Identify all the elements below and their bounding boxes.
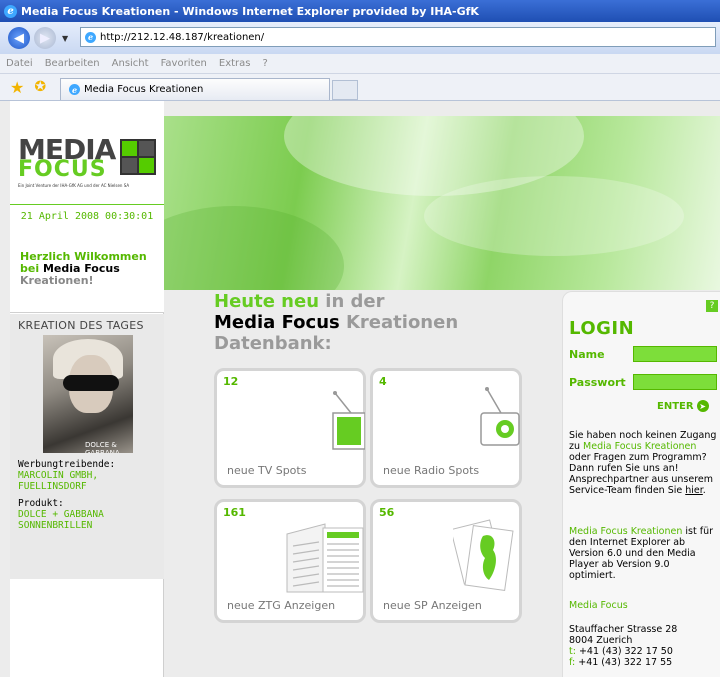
radio-icon	[480, 387, 520, 446]
browser-info: Media Focus Kreationen ist für den Inter…	[569, 526, 719, 581]
arrow-right-icon: ➤	[696, 400, 709, 412]
heading-media-focus: Media Focus	[214, 312, 340, 333]
welcome-line-3: Kreationen!	[20, 274, 94, 287]
heading-heute-neu: Heute neu	[214, 291, 320, 312]
logo-subtitle: Ein Joint Venture der IHA-GfK AG und der…	[18, 183, 130, 188]
tile-count: 12	[223, 375, 239, 388]
kdt-title: KREATION DES TAGES	[18, 319, 144, 332]
tile-label: neue SP Anzeigen	[383, 599, 482, 612]
tv-icon	[332, 391, 365, 450]
phone: t: +41 (43) 322 17 50	[569, 646, 719, 657]
access-info-dot: .	[702, 485, 706, 496]
name-label: Name	[569, 348, 605, 361]
tile-count: 4	[379, 375, 387, 388]
welcome-text: Herzlich Wilkommen bei Media Focus Kreat…	[20, 251, 160, 287]
back-arrow-icon[interactable]: ◀	[8, 27, 30, 49]
forward-arrow-icon[interactable]: ▶	[34, 27, 56, 49]
password-input[interactable]	[633, 374, 717, 390]
web-page: MEDIA FOCUS Ein Joint Venture der IHA-Gf…	[0, 101, 720, 677]
window-title: Media Focus Kreationen - Windows Interne…	[21, 4, 479, 18]
help-button[interactable]: ?	[706, 300, 718, 312]
kreation-image[interactable]: DOLCE & GABBANA	[43, 335, 133, 453]
address-street: Stauffacher Strasse 28	[569, 624, 678, 635]
poster-icon	[453, 519, 514, 592]
menu-datei[interactable]: Datei	[6, 58, 33, 69]
phone-number: +41 (43) 322 17 50	[575, 646, 673, 657]
tile-label: neue TV Spots	[227, 464, 307, 477]
tile-count: 161	[223, 506, 246, 519]
menu-extras[interactable]: Extras	[219, 58, 251, 69]
logo-area: MEDIA FOCUS Ein Joint Venture der IHA-Gf…	[10, 101, 164, 313]
kreation-image-label: DOLCE & GABBANA	[85, 441, 120, 453]
new-today-heading: Heute neu in der Media Focus Kreationen …	[214, 291, 554, 354]
browser-tab[interactable]: e Media Focus Kreationen	[60, 78, 330, 100]
tile-label: neue Radio Spots	[383, 464, 480, 477]
company-name-text: Media Focus	[569, 600, 628, 611]
tile-count: 56	[379, 506, 395, 519]
new-tab-button[interactable]	[332, 80, 358, 100]
navigation-bar: ◀ ▶ ▼ e http://212.12.48.187/kreationen/	[0, 22, 720, 54]
advertiser-value: MARCOLIN GMBH, FUELLINSDORF	[18, 470, 99, 492]
kreation-des-tages-panel: KREATION DES TAGES DOLCE & GABBANA Werbu…	[10, 314, 164, 579]
enter-button[interactable]: ENTER ➤	[657, 400, 709, 412]
browser-info-product: Media Focus Kreationen	[569, 526, 683, 537]
menu-bar: Datei Bearbeiten Ansicht Favoriten Extra…	[0, 54, 720, 74]
newspaper-icon	[286, 523, 364, 593]
company-name: Media Focus	[569, 600, 719, 611]
login-panel: ? LOGIN Name Passwort ENTER ➤ Sie haben …	[562, 291, 720, 677]
left-column: MEDIA FOCUS Ein Joint Venture der IHA-Gf…	[10, 101, 164, 677]
access-info: Sie haben noch keinen Zugang zu Media Fo…	[569, 430, 719, 496]
current-date: 21 April 2008 00:30:01	[10, 204, 164, 222]
product-label: Produkt:	[18, 498, 64, 509]
logo-mark-icon	[120, 139, 156, 175]
name-input[interactable]	[633, 346, 717, 362]
tab-title: Media Focus Kreationen	[84, 84, 204, 95]
menu-favoriten[interactable]: Favoriten	[161, 58, 207, 69]
product-value: DOLCE + GABBANA SONNENBRILLEN	[18, 509, 104, 531]
menu-help[interactable]: ?	[263, 58, 268, 69]
advertiser-label: Werbungtreibende:	[18, 459, 116, 470]
heading-datenbank: Datenbank:	[214, 333, 332, 354]
ie-icon: e	[4, 4, 17, 18]
company-address: Stauffacher Strasse 28 8004 Zuerich t: +…	[569, 624, 719, 668]
enter-label: ENTER	[657, 400, 694, 412]
address-city: 8004 Zuerich	[569, 635, 633, 646]
heading-in-der: in der	[319, 291, 385, 312]
header-banner	[164, 116, 720, 290]
fax-number: +41 (43) 322 17 55	[575, 657, 673, 668]
tile-tv-spots[interactable]: 12 neue TV Spots	[214, 368, 366, 488]
kreation-details: Werbungtreibende: MARCOLIN GMBH, FUELLIN…	[18, 459, 164, 531]
menu-ansicht[interactable]: Ansicht	[112, 58, 149, 69]
access-info-product: Media Focus Kreationen	[583, 441, 697, 452]
history-dropdown-icon[interactable]: ▼	[62, 34, 68, 43]
login-title: LOGIN	[569, 318, 635, 339]
fax: f: +41 (43) 322 17 55	[569, 657, 719, 668]
address-bar[interactable]: e http://212.12.48.187/kreationen/	[80, 27, 716, 47]
tile-sp-anzeigen[interactable]: 56 neue SP Anzeigen	[370, 499, 522, 623]
tile-ztg-anzeigen[interactable]: 161 neue ZTG Anzeigen	[214, 499, 366, 623]
tile-label: neue ZTG Anzeigen	[227, 599, 336, 612]
heading-kreationen: Kreationen	[339, 312, 459, 333]
menu-bearbeiten[interactable]: Bearbeiten	[45, 58, 100, 69]
phone-prefix: t:	[569, 646, 576, 657]
favorites-star-icon[interactable]: ★	[10, 78, 24, 97]
tab-page-icon: e	[69, 84, 80, 95]
tile-radio-spots[interactable]: 4 neue Radio Spots	[370, 368, 522, 488]
add-favorite-icon[interactable]: ✪	[34, 79, 46, 95]
contact-link[interactable]: hier	[685, 485, 703, 496]
page-icon: e	[85, 31, 96, 43]
password-label: Passwort	[569, 376, 626, 389]
address-url[interactable]: http://212.12.48.187/kreationen/	[100, 32, 264, 43]
window-titlebar: e Media Focus Kreationen - Windows Inter…	[0, 0, 720, 22]
logo-focus-text: FOCUS	[18, 157, 107, 182]
